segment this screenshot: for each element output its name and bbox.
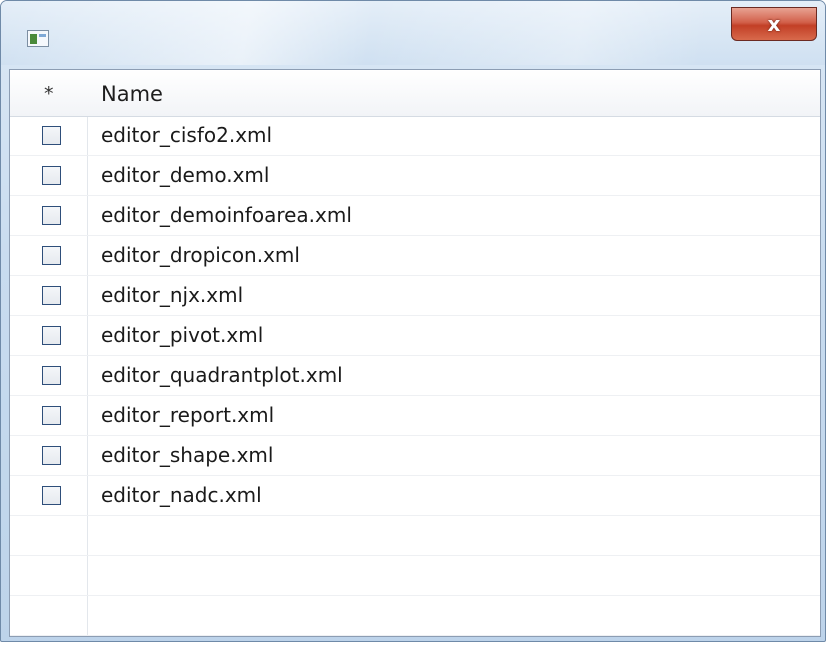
dialog-window: x * Name editor_cisfo2.xml editor_demo.x… — [0, 0, 826, 642]
file-name: editor_njx.xml — [101, 283, 244, 307]
file-name: editor_dropicon.xml — [101, 243, 300, 267]
file-name: editor_shape.xml — [101, 443, 274, 467]
row-checkbox[interactable] — [42, 126, 61, 145]
empty-row — [10, 516, 820, 556]
list-row[interactable]: editor_pivot.xml — [10, 316, 820, 356]
row-checkbox[interactable] — [42, 486, 61, 505]
file-list: * Name editor_cisfo2.xml editor_demo.xml… — [9, 69, 821, 637]
list-row[interactable]: editor_nadc.xml — [10, 476, 820, 516]
title-bar[interactable]: x — [1, 1, 825, 65]
list-row[interactable]: editor_quadrantplot.xml — [10, 356, 820, 396]
row-checkbox[interactable] — [42, 286, 61, 305]
close-button[interactable]: x — [731, 7, 817, 41]
window-app-icon — [27, 30, 49, 47]
empty-row — [10, 596, 820, 636]
list-row[interactable]: editor_njx.xml — [10, 276, 820, 316]
list-header: * Name — [10, 70, 820, 117]
file-name: editor_quadrantplot.xml — [101, 363, 343, 387]
row-checkbox[interactable] — [42, 326, 61, 345]
file-name: editor_demoinfoarea.xml — [101, 203, 352, 227]
file-name: editor_nadc.xml — [101, 483, 262, 507]
close-icon: x — [767, 12, 781, 36]
row-checkbox[interactable] — [42, 246, 61, 265]
file-name: editor_cisfo2.xml — [101, 123, 273, 147]
list-row[interactable]: editor_shape.xml — [10, 436, 820, 476]
file-name: editor_demo.xml — [101, 163, 270, 187]
empty-row — [10, 556, 820, 596]
header-name-column[interactable]: Name — [101, 82, 163, 106]
list-row[interactable]: editor_dropicon.xml — [10, 236, 820, 276]
file-name: editor_report.xml — [101, 403, 275, 427]
row-checkbox[interactable] — [42, 166, 61, 185]
row-checkbox[interactable] — [42, 446, 61, 465]
list-row[interactable]: editor_demoinfoarea.xml — [10, 196, 820, 236]
row-checkbox[interactable] — [42, 406, 61, 425]
row-checkbox[interactable] — [42, 206, 61, 225]
header-check-column[interactable]: * — [44, 83, 54, 105]
list-row[interactable]: editor_cisfo2.xml — [10, 116, 820, 156]
row-checkbox[interactable] — [42, 366, 61, 385]
file-name: editor_pivot.xml — [101, 323, 264, 347]
list-row[interactable]: editor_report.xml — [10, 396, 820, 436]
list-row[interactable]: editor_demo.xml — [10, 156, 820, 196]
